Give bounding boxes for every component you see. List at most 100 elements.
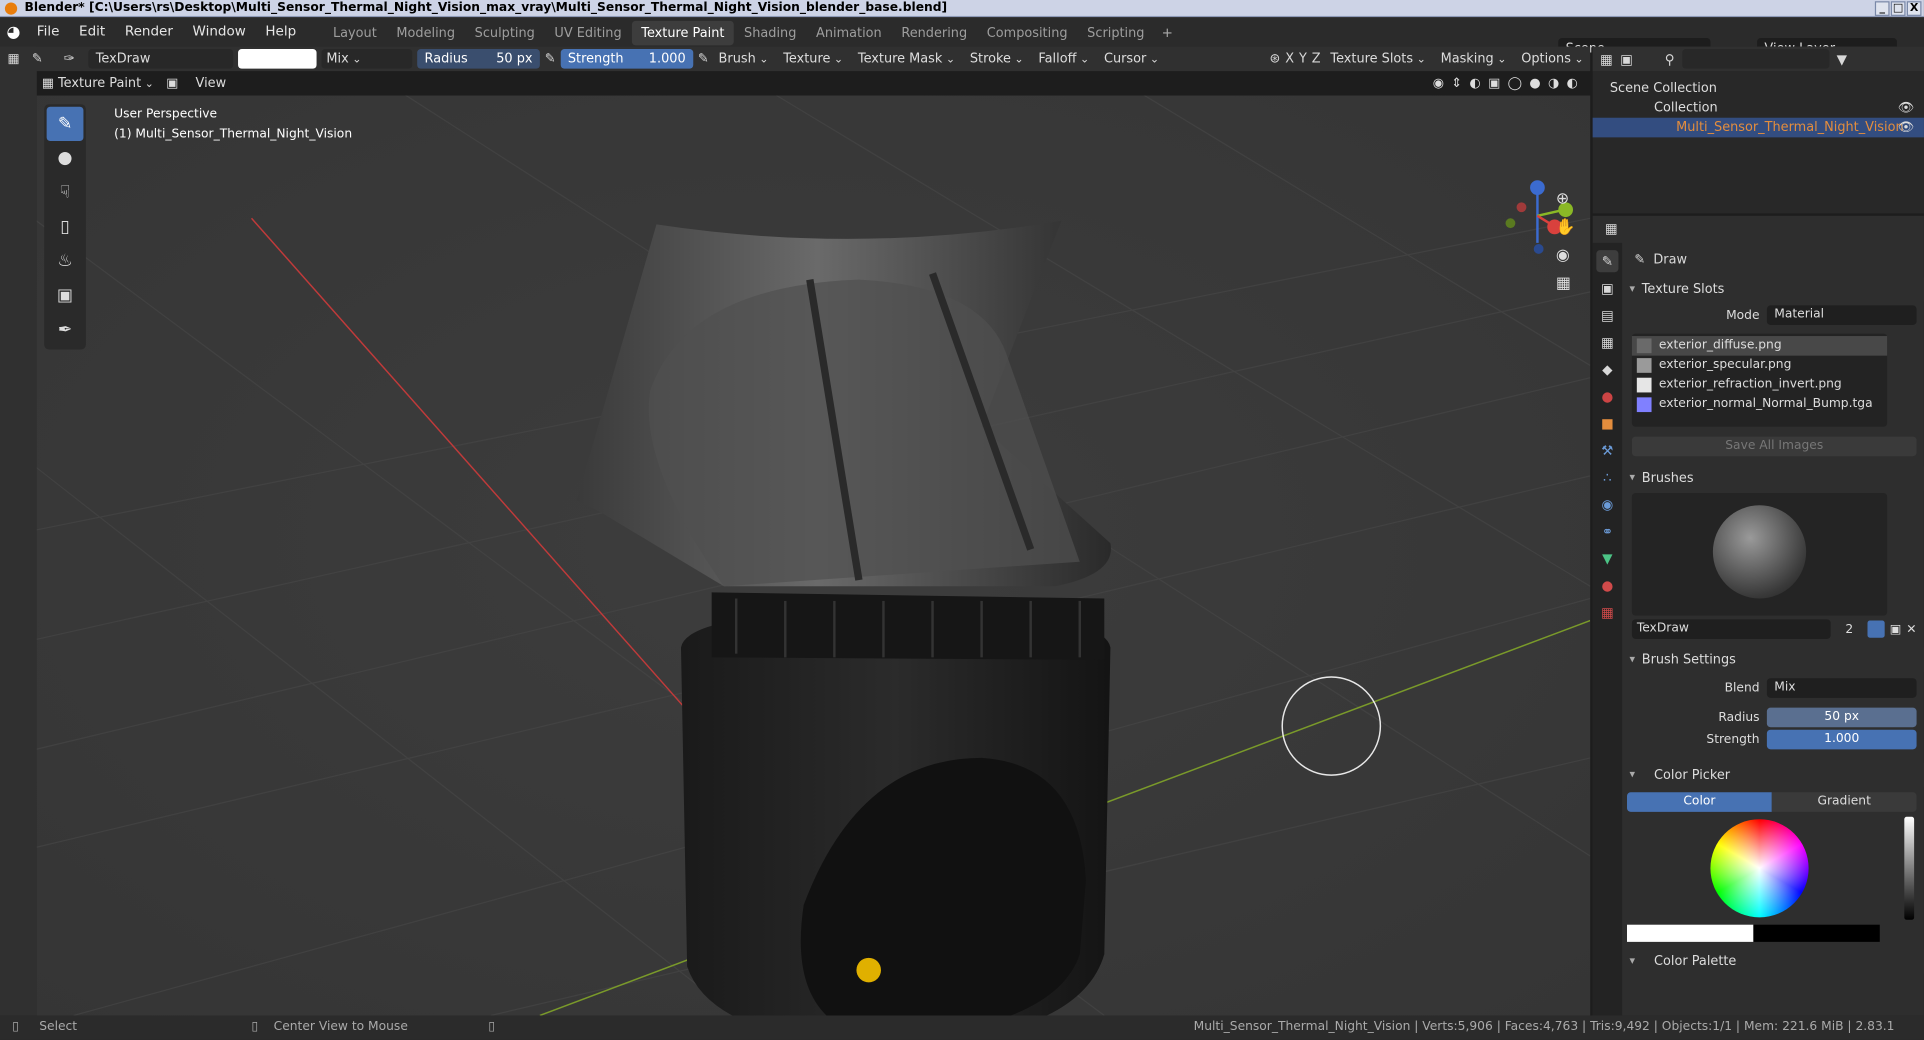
- color-picker-panel-header[interactable]: Color Picker: [1624, 762, 1924, 788]
- outliner-collection[interactable]: Collection 👁: [1593, 98, 1924, 118]
- brush-name-field[interactable]: TexDraw: [88, 49, 234, 69]
- color-tab[interactable]: Color: [1627, 792, 1772, 812]
- pressure-strength-icon[interactable]: ✎: [698, 52, 709, 67]
- menu-window[interactable]: Window: [183, 17, 256, 46]
- maximize-button[interactable]: □: [1890, 1, 1906, 16]
- texture-slot[interactable]: exterior_specular.png: [1632, 356, 1887, 376]
- fill-tool-icon[interactable]: ♨: [47, 244, 84, 278]
- brushes-panel-header[interactable]: Brushes: [1624, 466, 1924, 491]
- object-tab-icon[interactable]: ■: [1596, 412, 1618, 434]
- texture-dropdown[interactable]: Texture: [778, 49, 848, 69]
- xray-icon[interactable]: ▣: [1488, 76, 1500, 91]
- data-tab-icon[interactable]: ▼: [1596, 547, 1618, 569]
- value-slider[interactable]: [1904, 816, 1915, 920]
- tab-scripting[interactable]: Scripting: [1077, 20, 1154, 45]
- outliner-editor-icon[interactable]: ▦: [1600, 51, 1613, 67]
- mask-tool-icon[interactable]: ▣: [47, 278, 84, 312]
- draw-tool-icon[interactable]: ✎: [46, 106, 84, 142]
- material-tab-icon[interactable]: ●: [1596, 574, 1618, 596]
- clone-tool-icon[interactable]: ▯: [47, 210, 84, 244]
- zoom-icon[interactable]: ⊕: [1556, 190, 1576, 208]
- editor-type-icon[interactable]: ▦: [7, 52, 27, 67]
- soften-tool-icon[interactable]: ●: [47, 141, 84, 175]
- brush-preview[interactable]: [1631, 493, 1888, 616]
- tab-uv-editing[interactable]: UV Editing: [545, 20, 632, 45]
- tab-modeling[interactable]: Modeling: [387, 20, 465, 45]
- menu-edit[interactable]: Edit: [69, 17, 115, 46]
- blend-dropdown[interactable]: Mix: [1766, 678, 1917, 698]
- add-workspace-icon[interactable]: +: [1154, 24, 1180, 40]
- search-icon[interactable]: ⚲: [1665, 51, 1675, 67]
- color-preview[interactable]: [1627, 924, 1880, 942]
- stroke-dropdown[interactable]: Stroke: [965, 49, 1029, 69]
- texture-slots-dropdown[interactable]: Texture Slots: [1326, 49, 1431, 69]
- color-swatch[interactable]: [238, 49, 317, 69]
- duplicate-brush-icon[interactable]: ▣: [1890, 622, 1902, 635]
- eye-icon[interactable]: 👁: [1898, 118, 1914, 138]
- falloff-dropdown[interactable]: Falloff: [1033, 49, 1094, 69]
- strength-slider[interactable]: 1.000: [1766, 729, 1917, 750]
- material-shading-icon[interactable]: ◑: [1548, 76, 1559, 91]
- blend-dropdown[interactable]: Mix: [321, 49, 413, 69]
- color-wheel[interactable]: [1710, 819, 1809, 918]
- tool-tab-icon[interactable]: ✎: [1596, 250, 1619, 273]
- radius-slider[interactable]: Radius 50 px: [417, 49, 540, 69]
- overlay-toggle-icon[interactable]: ◐: [1469, 76, 1480, 91]
- paint-mode-icon[interactable]: ✎: [32, 52, 59, 67]
- mirror-y-toggle[interactable]: Y: [1299, 52, 1307, 67]
- blender-menu-icon[interactable]: ◕: [0, 23, 27, 41]
- rendered-shading-icon[interactable]: ◐: [1567, 76, 1578, 91]
- masking-dropdown[interactable]: Masking: [1436, 49, 1512, 69]
- gizmo-toggle-icon[interactable]: ⇕: [1451, 76, 1462, 91]
- texture-slot[interactable]: exterior_diffuse.png: [1631, 336, 1888, 356]
- wireframe-shading-icon[interactable]: ◯: [1508, 76, 1522, 91]
- unlink-brush-icon[interactable]: ✕: [1906, 622, 1916, 635]
- pan-hand-icon[interactable]: ✋: [1556, 218, 1576, 236]
- minimize-button[interactable]: _: [1874, 1, 1890, 16]
- primary-color-swatch[interactable]: [1627, 924, 1754, 942]
- color-palette-panel-header[interactable]: Color Palette: [1624, 949, 1924, 974]
- pressure-radius-icon[interactable]: ✎: [545, 52, 556, 67]
- mask-toggle-icon[interactable]: ▣: [166, 76, 178, 91]
- tab-texture-paint[interactable]: Texture Paint: [631, 20, 735, 45]
- cursor-dropdown[interactable]: Cursor: [1099, 49, 1164, 69]
- physics-tab-icon[interactable]: ◉: [1596, 493, 1618, 515]
- brush-dropdown[interactable]: Brush: [714, 49, 774, 69]
- scene-tab-icon[interactable]: ◆: [1596, 358, 1618, 380]
- mode-dropdown[interactable]: ▦ Texture Paint: [37, 74, 159, 94]
- particles-tab-icon[interactable]: ∴: [1596, 466, 1618, 488]
- display-mode-icon[interactable]: ▣: [1620, 51, 1633, 67]
- modifier-tab-icon[interactable]: ⚒: [1596, 439, 1618, 461]
- view-menu[interactable]: View: [186, 76, 236, 91]
- filter-icon[interactable]: ▼: [1837, 51, 1847, 67]
- fake-user-icon[interactable]: [1867, 620, 1885, 638]
- outliner-scene-collection[interactable]: Scene Collection: [1593, 78, 1924, 98]
- brush-settings-panel-header[interactable]: Brush Settings: [1624, 647, 1924, 673]
- tab-compositing[interactable]: Compositing: [977, 20, 1077, 45]
- secondary-color-swatch[interactable]: [1753, 924, 1880, 942]
- outliner-object[interactable]: Multi_Sensor_Thermal_Night_Vision 👁: [1592, 117, 1924, 138]
- tab-layout[interactable]: Layout: [323, 20, 386, 45]
- 3d-viewport[interactable]: [36, 95, 1591, 1016]
- texture-tab-icon[interactable]: ▦: [1596, 601, 1618, 623]
- menu-help[interactable]: Help: [256, 17, 306, 46]
- outliner-search-input[interactable]: [1682, 49, 1830, 69]
- texture-slot[interactable]: exterior_normal_Normal_Bump.tga: [1632, 395, 1887, 415]
- brush-icon[interactable]: ✑: [64, 52, 84, 67]
- radius-slider[interactable]: 50 px: [1766, 707, 1917, 728]
- view-layer-tab-icon[interactable]: ▦: [1596, 331, 1618, 353]
- options-dropdown[interactable]: Options: [1516, 49, 1588, 69]
- mode-dropdown[interactable]: Material: [1766, 305, 1917, 325]
- tab-shading[interactable]: Shading: [734, 20, 806, 45]
- world-tab-icon[interactable]: ●: [1596, 385, 1618, 407]
- save-all-images-button[interactable]: Save All Images: [1631, 436, 1917, 457]
- render-tab-icon[interactable]: ▣: [1596, 277, 1618, 299]
- ortho-grid-icon[interactable]: ▦: [1556, 275, 1576, 293]
- annotate-tool-icon[interactable]: ✒: [47, 313, 84, 347]
- menu-render[interactable]: Render: [115, 17, 183, 46]
- strength-slider[interactable]: Strength 1.000: [560, 49, 694, 69]
- tab-animation[interactable]: Animation: [806, 20, 891, 45]
- tab-sculpting[interactable]: Sculpting: [465, 20, 545, 45]
- mirror-z-toggle[interactable]: Z: [1312, 52, 1321, 67]
- menu-file[interactable]: File: [27, 17, 69, 46]
